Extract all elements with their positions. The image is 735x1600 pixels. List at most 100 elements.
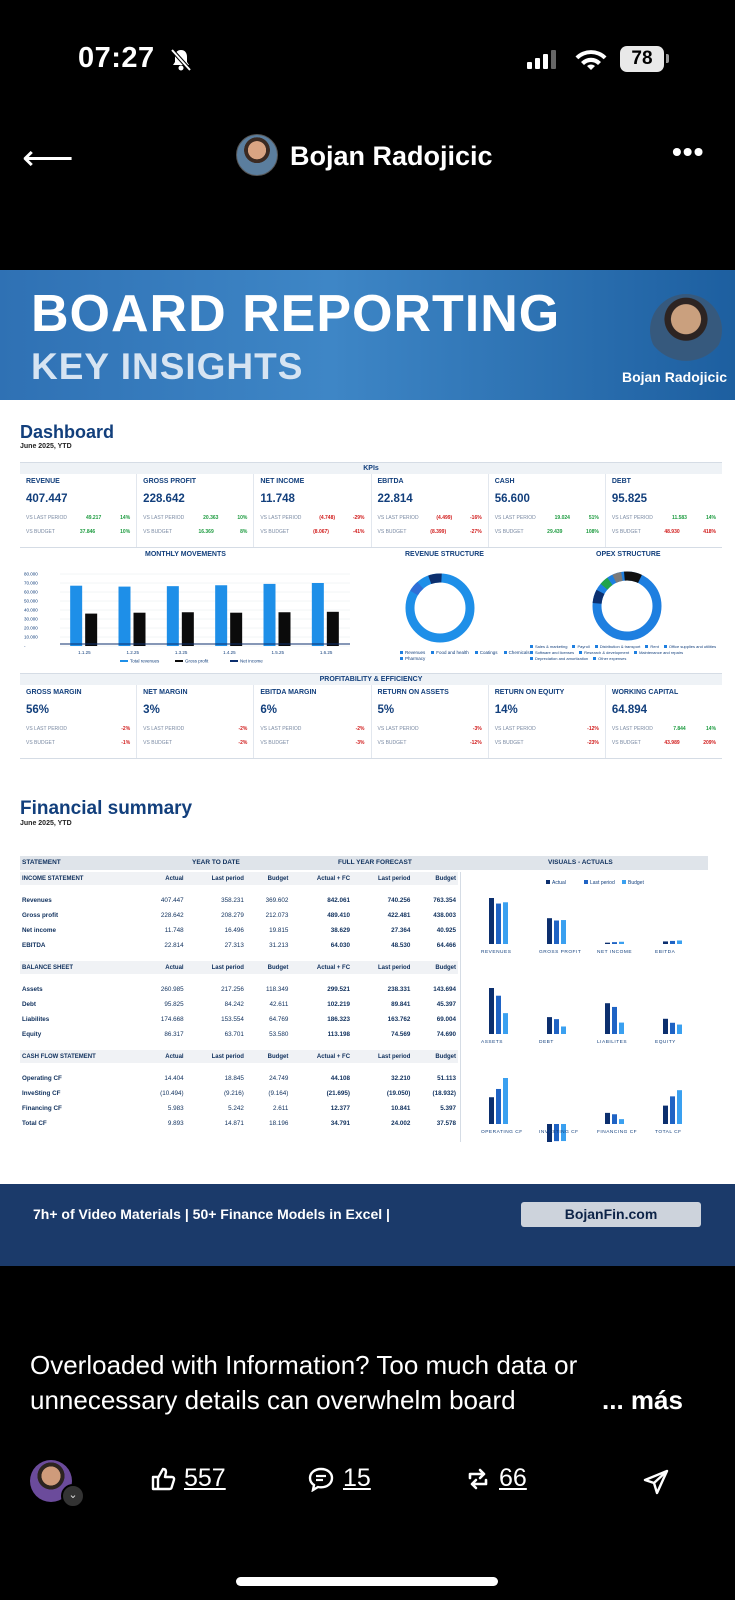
section-header-row: CASH FLOW STATEMENT Actual Last period Budg… bbox=[20, 1050, 458, 1063]
visual-bar bbox=[605, 1112, 610, 1124]
cell-value: 11.748 bbox=[164, 927, 184, 934]
spacer bbox=[20, 974, 458, 982]
more-options-icon[interactable]: ••• bbox=[672, 136, 704, 168]
prof-compare-pct: -1% bbox=[121, 740, 131, 746]
cellular-signal-icon bbox=[527, 50, 556, 69]
prof-compare-line: VS BUDGET -12% bbox=[378, 740, 482, 746]
prof-compare-label: VS BUDGET bbox=[611, 740, 641, 746]
post-header: ⟵ Bojan Radojicic ••• bbox=[0, 128, 735, 188]
visual-group-label: LIABILITES bbox=[597, 1039, 627, 1045]
kpis-card: NET INCOME 11.748 VS LAST PERIOD (4.748) -29… bbox=[254, 474, 372, 547]
post-image[interactable]: BOARD REPORTING KEY INSIGHTS Bojan Radoj… bbox=[0, 270, 735, 1266]
visual-bar bbox=[677, 1024, 682, 1034]
kpis-compare-pct: -41% bbox=[352, 529, 365, 535]
cell-value: 5.397 bbox=[440, 1105, 456, 1112]
prof-compare-line: VS BUDGET -23% bbox=[495, 740, 599, 746]
home-indicator[interactable] bbox=[236, 1577, 498, 1586]
likes-count: 557 bbox=[184, 1464, 226, 1492]
x-tick-label: 1.6.25 bbox=[320, 650, 333, 655]
col-statement: STATEMENT bbox=[22, 859, 61, 866]
column-header: Last period bbox=[185, 1050, 246, 1063]
bar-gross-profit bbox=[278, 612, 291, 646]
column-header: Actual + FC bbox=[290, 1050, 353, 1063]
kpis-compare-value: (8.399) bbox=[430, 529, 447, 535]
prof-compare-label: VS LAST PERIOD bbox=[611, 726, 653, 732]
kpis-compare-value: 20.363 bbox=[203, 515, 219, 521]
kpis-compare-value: (8.067) bbox=[313, 529, 329, 535]
legend-swatch bbox=[230, 660, 238, 662]
kpis-value: 407.447 bbox=[26, 493, 68, 505]
kpis-compare-value: 11.583 bbox=[671, 515, 687, 521]
cell-value: 208.279 bbox=[221, 912, 244, 919]
spacer bbox=[20, 885, 458, 893]
visual-bar bbox=[612, 942, 617, 944]
cell-value: 22.814 bbox=[164, 942, 184, 949]
bar-gross-profit bbox=[181, 612, 194, 646]
kpis-compare-pct: -16% bbox=[470, 515, 482, 521]
cell-value: 40.925 bbox=[436, 927, 456, 934]
prof-compare-label: VS LAST PERIOD bbox=[143, 726, 185, 732]
kpis-compare-pct: 14% bbox=[706, 515, 717, 521]
opex-legend-item: Research & development bbox=[579, 650, 630, 655]
prof-compare-value: 7.844 bbox=[673, 726, 686, 732]
kpis-value: 11.748 bbox=[260, 493, 295, 505]
banner-subtitle: KEY INSIGHTS bbox=[31, 346, 304, 387]
chevron-down-icon[interactable]: ⌄ bbox=[61, 1484, 85, 1508]
prof-name: GROSS MARGIN bbox=[26, 689, 82, 696]
table-row: Net income 11.748 16.496 19.815 38.629 27.364… bbox=[20, 923, 458, 938]
cell-value: 27.313 bbox=[224, 942, 244, 949]
kpis-compare-pct: 108% bbox=[586, 529, 599, 535]
cell-value: (10.494) bbox=[160, 1090, 184, 1097]
comment-button[interactable]: 15 bbox=[307, 1464, 371, 1493]
bar-gross-profit bbox=[326, 611, 339, 646]
prof-compare-line: VS BUDGET -2% bbox=[143, 740, 247, 746]
website-button[interactable]: BojanFin.com bbox=[521, 1202, 701, 1227]
reposts-count: 66 bbox=[499, 1464, 527, 1492]
repost-button[interactable]: 66 bbox=[465, 1464, 527, 1493]
revenue-legend-item: Pharmacy bbox=[400, 656, 426, 661]
kpis-compare-value: 37.846 bbox=[79, 529, 96, 535]
revenue-structure-title: REVENUE STRUCTURE bbox=[405, 551, 484, 558]
cell-value: 84.242 bbox=[224, 1001, 244, 1008]
visual-bar bbox=[612, 1006, 617, 1034]
kpis-compare-label: VS LAST PERIOD bbox=[611, 515, 653, 521]
spacer bbox=[20, 953, 458, 961]
prof-compare-pct: -2% bbox=[121, 726, 131, 732]
like-button[interactable]: 557 bbox=[150, 1464, 226, 1493]
y-tick-label: 60.000 bbox=[24, 590, 38, 595]
visual-group-label: GROSS PROFIT bbox=[539, 949, 581, 955]
kpis-compare-line: VS LAST PERIOD 19.024 51% bbox=[495, 515, 599, 521]
table-row: Gross profit 228.642 208.279 212.073 489.410… bbox=[20, 908, 458, 923]
revenue-structure-donut bbox=[405, 573, 475, 643]
kpis-compare-label: VS LAST PERIOD bbox=[377, 515, 419, 521]
opex-legend-item: Software and licenses bbox=[530, 650, 575, 655]
repost-icon bbox=[468, 1468, 488, 1489]
prof-compare-line: VS BUDGET 43.989 209% bbox=[612, 740, 716, 746]
prof-compare-pct: -3% bbox=[355, 740, 365, 746]
author-avatar[interactable] bbox=[236, 134, 278, 176]
kpis-compare-line: VS LAST PERIOD 11.583 14% bbox=[612, 515, 716, 521]
kpis-card: REVENUE 407.447 VS LAST PERIOD 49.217 14% VS … bbox=[20, 474, 138, 547]
legend-label: Last period bbox=[590, 880, 615, 886]
cell-value: 45.397 bbox=[436, 1001, 456, 1008]
back-arrow-icon[interactable]: ⟵ bbox=[22, 140, 74, 176]
kpis-name: DEBT bbox=[611, 478, 631, 485]
prof-name: NET MARGIN bbox=[143, 689, 188, 696]
cell-value: 63.701 bbox=[224, 1031, 244, 1038]
author-name[interactable]: Bojan Radojicic bbox=[290, 141, 493, 172]
cell-value: 37.578 bbox=[436, 1120, 456, 1127]
kpis-compare-line: VS BUDGET 29.439 108% bbox=[495, 529, 599, 535]
kpis-compare-line: VS BUDGET (8.399) -27% bbox=[378, 529, 482, 535]
kpis-compare-pct: -29% bbox=[352, 515, 365, 521]
thumbs-up-icon bbox=[151, 1467, 176, 1490]
cell-value: 38.629 bbox=[330, 927, 351, 934]
post-caption[interactable]: Overloaded with Information? Too much da… bbox=[30, 1348, 710, 1418]
revenue-legend-item: Coatings bbox=[474, 650, 498, 655]
y-tick-label: 30.000 bbox=[24, 617, 38, 622]
bar-total-revenues bbox=[118, 586, 131, 646]
see-more-link[interactable]: ... más bbox=[602, 1383, 683, 1418]
y-tick-label: 40.000 bbox=[24, 608, 38, 613]
y-tick-label: 20.000 bbox=[24, 626, 38, 631]
visual-bar bbox=[663, 941, 668, 944]
send-icon[interactable] bbox=[642, 1468, 670, 1496]
